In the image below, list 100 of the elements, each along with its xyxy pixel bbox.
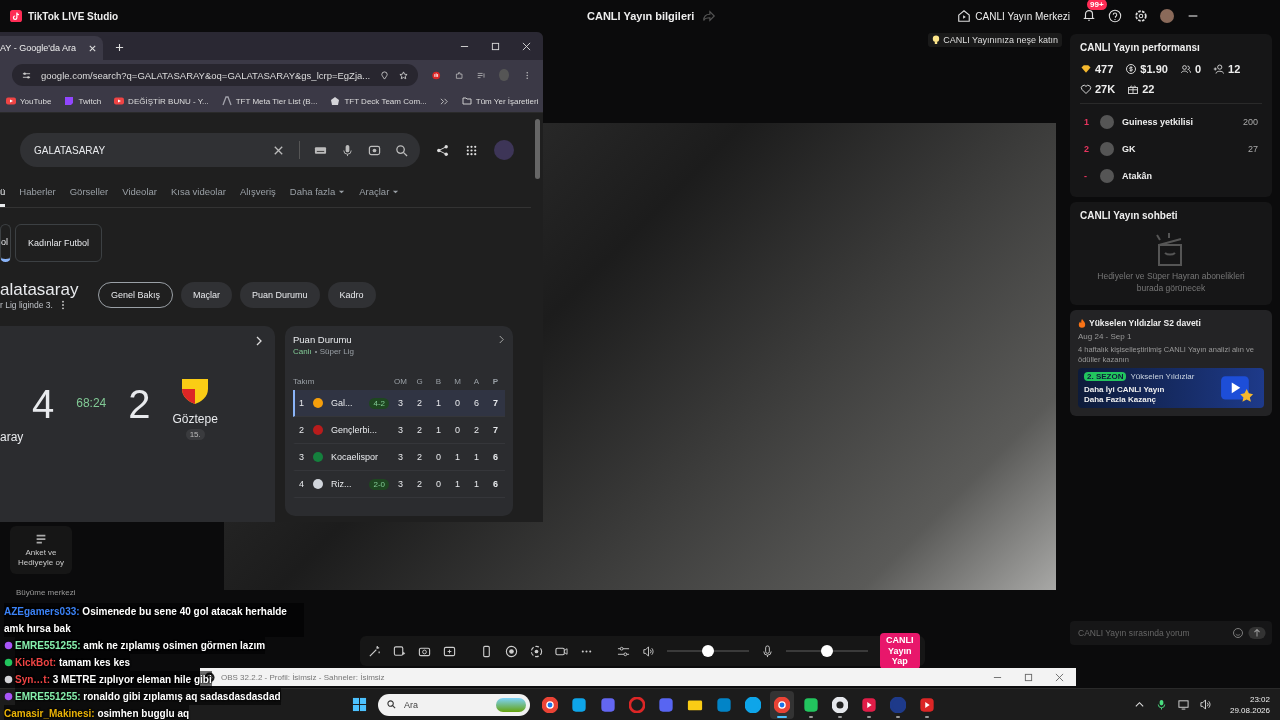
speaker-volume-slider[interactable] bbox=[667, 645, 749, 657]
star-icon[interactable] bbox=[399, 70, 409, 80]
bookmark-link[interactable]: Twitch bbox=[64, 96, 102, 106]
address-bar[interactable]: google.com/search?q=GALATASARAY&oq=GALATASARAY&gs_lcrp=EgZja... bbox=[12, 64, 419, 86]
new-tab-icon[interactable] bbox=[114, 43, 124, 52]
entity-tab[interactable]: Maçlar bbox=[181, 282, 233, 308]
entity-subtitle: r Lig liginde 3. bbox=[0, 300, 53, 310]
stat-cell-text: 7 bbox=[492, 398, 499, 408]
match-card[interactable]: 4 aray 68:24 2 Göztepe 15. bbox=[0, 326, 275, 522]
column-header: OM bbox=[393, 376, 408, 386]
live-center-button[interactable]: CANLI Yayın Merkezi bbox=[957, 9, 1070, 23]
entity-tab[interactable]: Puan Durumu bbox=[240, 282, 320, 308]
close-icon[interactable] bbox=[1055, 672, 1064, 682]
maximize-icon[interactable] bbox=[1024, 672, 1033, 682]
apps-grid-icon[interactable] bbox=[465, 143, 478, 157]
camera-search-icon[interactable] bbox=[368, 143, 381, 157]
rank-number: 1 bbox=[1084, 116, 1090, 127]
search-tab[interactable]: Alışveriş bbox=[239, 179, 276, 207]
entity-tab[interactable]: Kadro bbox=[327, 282, 376, 308]
column-header: A bbox=[472, 376, 481, 386]
microphone-icon[interactable] bbox=[761, 644, 774, 658]
avatar[interactable] bbox=[1160, 9, 1174, 23]
column-header: P bbox=[491, 376, 500, 386]
slider-thumb[interactable] bbox=[821, 645, 833, 657]
speaker-icon[interactable] bbox=[642, 644, 655, 658]
media-icon[interactable] bbox=[393, 644, 406, 658]
close-icon[interactable] bbox=[87, 43, 97, 53]
flame-icon bbox=[1078, 317, 1086, 328]
focus-icon[interactable] bbox=[530, 644, 543, 658]
team-cell-text: Kocaelispor bbox=[331, 452, 380, 462]
microphone-icon[interactable] bbox=[341, 143, 354, 157]
location-pin-icon[interactable] bbox=[380, 70, 390, 80]
browser-tab[interactable]: AY - Google'da Ara bbox=[0, 36, 103, 60]
clock-time[interactable]: 23:02 bbox=[1249, 694, 1270, 704]
settings-icon[interactable] bbox=[1134, 9, 1148, 23]
chat-message: Syn…t: 3 METRE zıplıyor eleman hile gibi bbox=[15, 671, 212, 688]
search-icon[interactable] bbox=[395, 143, 408, 157]
speaker-icon[interactable] bbox=[1199, 699, 1211, 710]
rank-cell-text: 3 bbox=[298, 452, 305, 462]
search-tab[interactable]: Araçlar bbox=[359, 179, 400, 207]
banner-brand: Yükselen Yıldızlar bbox=[1130, 372, 1195, 382]
hand-icon[interactable] bbox=[432, 69, 441, 81]
bell-icon[interactable] bbox=[1082, 8, 1096, 22]
banner-headline: Daha İyi CANLI Yayın bbox=[1084, 385, 1166, 395]
bookmark-link[interactable]: DEĞİŞTİR BUNU - Y... bbox=[114, 96, 209, 106]
chevron-double-icon[interactable] bbox=[439, 96, 449, 106]
standings-row[interactable]: 1 Gal... 4-2 3 2 1 0 6 7 bbox=[293, 390, 505, 417]
emoji-icon[interactable] bbox=[1232, 627, 1244, 639]
microphone-icon[interactable] bbox=[1155, 699, 1167, 710]
standings-row[interactable]: 3 Kocaelispor 3 2 0 1 1 6 bbox=[293, 444, 505, 471]
stat-cell-text: 3 bbox=[397, 479, 404, 489]
search-field[interactable]: GALATASARAY bbox=[20, 133, 420, 167]
monitor-icon[interactable] bbox=[1177, 699, 1189, 710]
go-live-button[interactable]: CANLI Yayın Yap bbox=[880, 632, 920, 670]
search-tab[interactable]: Görseller bbox=[69, 179, 109, 207]
clock-date[interactable]: 29.08.2026 bbox=[1229, 705, 1270, 715]
promo-banner[interactable]: 2. SEZON Yükselen Yıldızlar Daha İyi CANLI Yayın Daha Fazla Kazanç bbox=[1078, 368, 1264, 409]
all-bookmarks-link[interactable]: Tüm Yer İşaretleri bbox=[461, 96, 539, 106]
slider-thumb[interactable] bbox=[702, 645, 714, 657]
comment-bar[interactable]: CANLI Yayın sırasında yorum bbox=[1070, 621, 1272, 645]
more-icon[interactable] bbox=[60, 300, 65, 310]
share-icon[interactable] bbox=[436, 143, 449, 157]
caret-icon bbox=[338, 188, 346, 195]
stat-cell-text: 2 bbox=[416, 398, 423, 408]
search-tab[interactable]: Kısa videolar bbox=[170, 179, 226, 207]
standings-row[interactable]: 2 Gençlerbi... 3 2 1 0 2 7 bbox=[293, 417, 505, 444]
chat-icon bbox=[64, 96, 75, 106]
comment-field[interactable]: CANLI Yayın sırasında yorum bbox=[1076, 627, 1228, 639]
search-tab[interactable]: ü bbox=[0, 179, 6, 207]
window-title: OBS 32.2.2 - Profil: İsimsiz - Sahneler: İsimsiz bbox=[221, 672, 385, 682]
mic-volume-slider[interactable] bbox=[786, 645, 868, 657]
stream-info-title[interactable]: CANLI Yayın bilgileri bbox=[587, 10, 695, 22]
search-tab[interactable]: Daha fazla bbox=[289, 179, 346, 207]
poll-tool-card[interactable]: Anket ve Hediyeyle oy bbox=[10, 526, 72, 574]
phone-icon[interactable] bbox=[480, 644, 493, 658]
sliders-icon[interactable] bbox=[22, 70, 31, 80]
diamond-icon bbox=[1080, 63, 1092, 75]
send-icon[interactable] bbox=[1248, 627, 1266, 639]
promo-dates: Aug 24 - Sep 1 bbox=[1078, 331, 1133, 341]
filter-chip[interactable]: Kadınlar Futbol bbox=[15, 224, 103, 262]
search-tab[interactable]: Haberler bbox=[19, 179, 56, 207]
light-bulb-icon bbox=[932, 35, 941, 45]
bookmark-link[interactable]: TFT Meta Tier List (B... bbox=[221, 96, 318, 106]
start-icon[interactable] bbox=[352, 697, 367, 712]
sliders-icon[interactable] bbox=[617, 644, 630, 658]
taskbar-search-bar[interactable]: Ara bbox=[378, 693, 530, 716]
standings-row[interactable]: 4 Riz... 2-0 3 2 0 1 1 6 bbox=[293, 471, 505, 498]
search-field[interactable]: Ara bbox=[402, 698, 490, 711]
search-tab[interactable]: Videolar bbox=[122, 179, 157, 207]
bookmark-link[interactable]: YouTube bbox=[6, 96, 52, 106]
league-name: Süper Lig bbox=[319, 347, 354, 356]
chevron-up-icon[interactable] bbox=[1133, 699, 1145, 710]
magic-wand-icon[interactable] bbox=[368, 644, 381, 658]
taskbar-app[interactable] bbox=[770, 690, 794, 719]
puzzle-icon[interactable] bbox=[454, 69, 464, 81]
add-screen-icon[interactable] bbox=[443, 644, 456, 658]
team-name: aray bbox=[0, 430, 24, 444]
help-icon[interactable] bbox=[1108, 9, 1122, 23]
bookmark-link[interactable]: TFT Deck Team Com... bbox=[330, 96, 427, 106]
stat-cell-text: 3 bbox=[397, 425, 404, 435]
